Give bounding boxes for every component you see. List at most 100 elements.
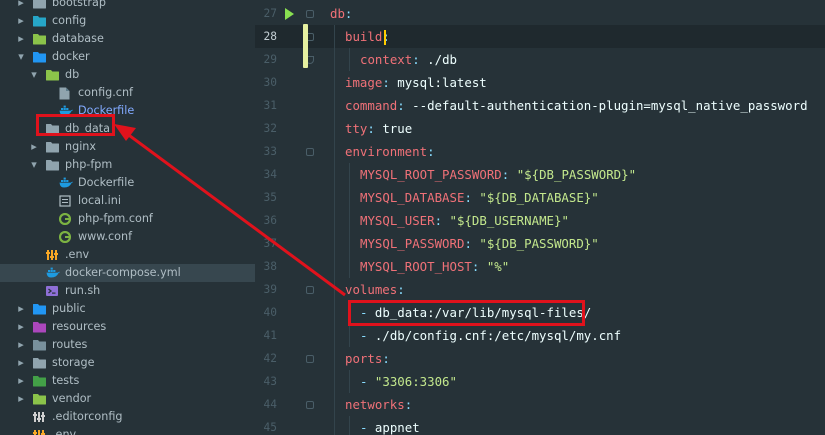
line-number: 40 [263,306,277,319]
run-icon[interactable] [285,8,294,20]
code-text: networks: [345,393,412,416]
fold-toggle-icon[interactable] [306,355,314,363]
yaml-value: ./db [427,52,457,67]
indent-guide [334,324,335,347]
tree-item-label: php-fpm.conf [78,212,153,225]
yaml-key: tty [345,121,368,136]
env-icon [33,429,46,435]
tree-item[interactable]: ▸ tests [0,372,255,390]
tree-item[interactable]: ▸ bootstrap [0,0,255,12]
chevron-right-icon[interactable]: ▸ [16,12,26,30]
colon: : [427,144,435,159]
colon: : [397,282,405,297]
tree-item[interactable]: ▾ php-fpm [0,156,255,174]
docker-icon [59,177,73,189]
chevron-right-icon[interactable]: ▸ [16,354,26,372]
tree-item[interactable]: www.conf [0,228,255,246]
vcs-change-marker[interactable] [303,24,308,68]
indent-guide [334,301,335,324]
indent-guide [349,324,350,347]
yaml-key: ports [345,351,383,366]
chevron-right-icon[interactable]: ▸ [16,0,26,12]
code-line[interactable]: 43 - "3306:3306" [255,370,825,393]
code-line[interactable]: 38 MYSQL_ROOT_HOST: "%" [255,255,825,278]
folder-icon [33,357,46,369]
folder-config-icon [33,15,46,27]
tree-item[interactable]: ▸ nginx [0,138,255,156]
indent-guide [334,278,335,301]
code-line[interactable]: 39 volumes: [255,278,825,301]
tree-item[interactable]: ▸ routes [0,336,255,354]
list-dash: - [360,328,375,343]
yaml-key: MYSQL_DATABASE [360,190,465,205]
tree-item[interactable]: Dockerfile [0,174,255,192]
line-number: 31 [263,99,277,112]
chevron-right-icon[interactable]: ▸ [29,138,39,156]
colon: : [501,167,510,182]
chevron-down-icon[interactable]: ▾ [29,66,39,84]
code-text: - ./db/config.cnf:/etc/mysql/my.cnf [360,324,621,347]
tree-item[interactable]: ▸ vendor [0,390,255,408]
line-number: 33 [263,145,277,158]
colon: : [434,213,443,228]
code-line[interactable]: 31 command: --default-authentication-plug… [255,94,825,117]
tree-item[interactable]: ▸ public [0,300,255,318]
line-number: 37 [263,237,277,250]
tree-item[interactable]: ▸ storage [0,354,255,372]
indent-guide [349,255,350,278]
code-line[interactable]: 28 build: [255,25,825,48]
chevron-right-icon[interactable]: ▸ [16,300,26,318]
tree-item[interactable]: ▾ db [0,66,255,84]
chevron-right-icon[interactable]: ▸ [16,390,26,408]
code-line[interactable]: 35 MYSQL_DATABASE: "${DB_DATABASE}" [255,186,825,209]
chevron-right-icon[interactable]: ▸ [16,372,26,390]
tree-item[interactable]: ▸ config [0,12,255,30]
tree-item[interactable]: .editorconfig [0,408,255,426]
code-line[interactable]: 37 MYSQL_PASSWORD: "${DB_PASSWORD}" [255,232,825,255]
code-line[interactable]: 27 db: [255,2,825,25]
code-line[interactable]: 42 ports: [255,347,825,370]
fold-toggle-icon[interactable] [306,148,314,156]
chevron-right-icon[interactable]: ▸ [16,318,26,336]
code-line[interactable]: 29 context: ./db [255,48,825,71]
tree-item[interactable]: ▸ database [0,30,255,48]
yaml-key: MYSQL_PASSWORD [360,236,465,251]
fold-toggle-icon[interactable] [306,286,314,294]
tree-item-label: config.cnf [78,86,133,99]
fold-toggle-icon[interactable] [306,10,314,18]
code-line[interactable]: 44 networks: [255,393,825,416]
code-line[interactable]: 33 environment: [255,140,825,163]
tree-item[interactable]: .env [0,246,255,264]
indent-guide [349,209,350,232]
folder-resources-icon [33,321,46,333]
code-line[interactable]: 41 - ./db/config.cnf:/etc/mysql/my.cnf [255,324,825,347]
chevron-right-icon[interactable]: ▸ [16,336,26,354]
tree-item[interactable]: run.sh [0,282,255,300]
indent-guide [334,25,335,48]
chevron-down-icon[interactable]: ▾ [16,48,26,66]
folder-icon [33,0,46,9]
code-text: db: [330,2,352,25]
tree-item[interactable]: docker-compose.yml [0,264,255,282]
code-line[interactable]: 45 - appnet [255,416,825,435]
code-line[interactable]: 32 tty: true [255,117,825,140]
chevron-right-icon[interactable]: ▸ [16,30,26,48]
tree-item[interactable]: config.cnf [0,84,255,102]
fold-toggle-icon[interactable] [306,401,314,409]
tree-item-label: docker [52,50,90,63]
tree-item[interactable]: ▾ docker [0,48,255,66]
code-line[interactable]: 34 MYSQL_ROOT_PASSWORD: "${DB_PASSWORD}" [255,163,825,186]
tree-item-label: bootstrap [52,0,106,9]
tree-item[interactable]: .env [0,426,255,435]
tree-item[interactable]: php-fpm.conf [0,210,255,228]
tree-item[interactable]: local.ini [0,192,255,210]
code-text: command: --default-authentication-plugin… [345,94,808,117]
code-line[interactable]: 30 image: mysql:latest [255,71,825,94]
yaml-key: MYSQL_USER [360,213,435,228]
code-editor[interactable]: 27 db: 28 build: 29 context: ./db 30 image: mys… [255,0,825,435]
yaml-key: networks [345,397,405,412]
tree-item[interactable]: ▸ resources [0,318,255,336]
code-line[interactable]: 36 MYSQL_USER: "${DB_USERNAME}" [255,209,825,232]
chevron-down-icon[interactable]: ▾ [29,156,39,174]
indent-guide [349,232,350,255]
